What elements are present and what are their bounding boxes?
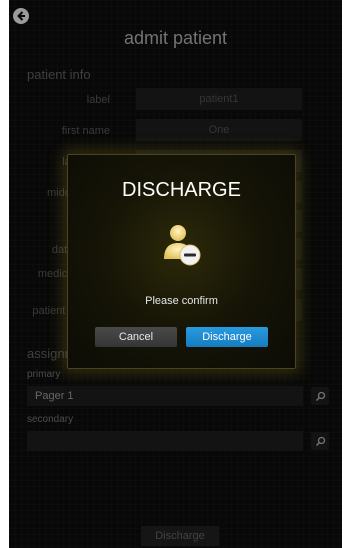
user-remove-icon	[162, 223, 202, 272]
confirm-discharge-button[interactable]: Discharge	[186, 327, 268, 347]
admit-patient-screen: admit patient patient info label patient…	[9, 0, 342, 548]
dialog-message: Please confirm	[145, 295, 218, 307]
discharge-dialog: DISCHARGE Please confirm Cancel Discharg…	[67, 154, 296, 369]
dialog-title: DISCHARGE	[122, 179, 241, 201]
cancel-button[interactable]: Cancel	[95, 327, 177, 347]
